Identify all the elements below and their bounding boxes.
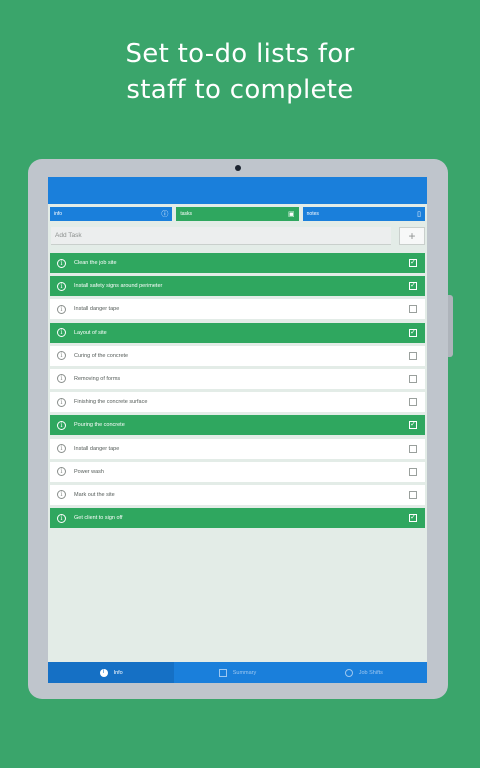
add-task-row: + <box>48 221 427 245</box>
add-task-input[interactable] <box>51 227 391 245</box>
app-screen: info ⓘ tasks ▣ notes ▯ + i Clean the job … <box>48 177 427 683</box>
task-row[interactable]: i Install safety signs around perimeter ✓ <box>50 276 425 297</box>
info-icon[interactable]: i <box>57 420 66 430</box>
task-list: i Clean the job site ✓ i Install safety sign… <box>48 253 427 529</box>
task-checkbox[interactable] <box>409 374 417 383</box>
task-label: Get client to sign off <box>74 515 123 522</box>
nav-job-shifts-label: Job Shifts <box>358 669 383 676</box>
tab-tasks-label: tasks <box>180 211 192 217</box>
tab-notes-label: notes <box>306 211 319 217</box>
task-row[interactable]: i Install danger tape <box>50 438 425 459</box>
chart-icon <box>218 668 227 677</box>
task-checkbox[interactable] <box>409 490 417 499</box>
info-icon[interactable]: i <box>57 467 66 477</box>
info-icon[interactable]: i <box>57 258 66 268</box>
promo-line-1: Set to-do lists for <box>125 39 355 69</box>
task-label: Removing of forms <box>74 375 121 382</box>
nav-summary-label: Summary <box>232 669 257 676</box>
nav-info[interactable]: i Info <box>48 662 175 683</box>
info-icon[interactable]: i <box>57 304 66 314</box>
task-row[interactable]: i Layout of site ✓ <box>50 322 425 343</box>
nav-info-label: Info <box>113 669 123 676</box>
task-label: Pouring the concrete <box>74 422 125 429</box>
promo-line-2: staff to complete <box>126 75 354 105</box>
task-label: Clean the job site <box>74 260 117 266</box>
tab-info-label: info <box>54 211 63 217</box>
promo-headline: Set to-do lists for staff to complete <box>0 36 480 108</box>
task-label: Install danger tape <box>74 445 120 452</box>
task-row[interactable]: i Mark out the site <box>50 484 425 505</box>
task-label: Install danger tape <box>74 306 120 313</box>
task-label: Mark out the site <box>74 491 115 498</box>
task-label: Layout of site <box>74 329 107 336</box>
task-checkbox[interactable] <box>409 398 417 407</box>
task-checkbox[interactable]: ✓ <box>409 514 417 523</box>
task-label: Power wash <box>74 468 104 475</box>
image-icon: ▣ <box>288 210 295 218</box>
tab-info[interactable]: info ⓘ <box>50 207 173 221</box>
info-icon: ⓘ <box>161 210 169 218</box>
info-icon[interactable]: i <box>57 444 66 453</box>
tablet-frame: info ⓘ tasks ▣ notes ▯ + i Clean the job … <box>28 159 453 699</box>
task-checkbox[interactable] <box>409 444 417 453</box>
info-icon[interactable]: i <box>57 374 66 384</box>
add-task-button[interactable]: + <box>399 227 425 245</box>
task-checkbox[interactable]: ✓ <box>409 282 417 291</box>
info-icon: i <box>99 668 108 677</box>
app-bar <box>48 177 427 204</box>
tablet-side-button <box>448 295 453 357</box>
task-row[interactable]: i Clean the job site ✓ <box>50 253 425 273</box>
task-row[interactable]: i Power wash <box>50 461 425 482</box>
task-row[interactable]: i Curing of the concrete <box>50 345 425 366</box>
info-icon[interactable]: i <box>57 281 66 291</box>
info-icon[interactable]: i <box>57 351 66 361</box>
info-icon[interactable]: i <box>57 328 66 338</box>
task-checkbox[interactable] <box>409 305 417 314</box>
task-checkbox[interactable] <box>409 351 417 360</box>
nav-job-shifts[interactable]: Job Shifts <box>301 662 427 683</box>
tab-notes[interactable]: notes ▯ <box>302 207 425 221</box>
task-checkbox[interactable]: ✓ <box>409 421 417 430</box>
info-icon[interactable]: i <box>57 490 66 500</box>
task-row[interactable]: i Pouring the concrete ✓ <box>50 415 425 436</box>
task-row[interactable]: i Install danger tape <box>50 299 425 320</box>
info-icon[interactable]: i <box>57 513 66 523</box>
task-checkbox[interactable]: ✓ <box>409 259 417 267</box>
task-label: Curing of the concrete <box>74 352 129 359</box>
task-label: Install safety signs around perimeter <box>74 283 163 290</box>
phone-icon: ▯ <box>417 210 421 218</box>
tab-tasks[interactable]: tasks ▣ <box>176 207 299 221</box>
section-tabs: info ⓘ tasks ▣ notes ▯ <box>48 204 427 221</box>
task-label: Finishing the concrete surface <box>74 399 148 406</box>
task-checkbox[interactable]: ✓ <box>409 328 417 337</box>
clock-icon <box>344 668 353 677</box>
task-checkbox[interactable] <box>409 467 417 476</box>
info-icon[interactable]: i <box>57 397 66 407</box>
bottom-nav: i Info Summary Job Shifts <box>48 662 427 683</box>
task-row[interactable]: i Removing of forms <box>50 368 425 389</box>
task-row[interactable]: i Get client to sign off ✓ <box>50 508 425 529</box>
nav-summary[interactable]: Summary <box>174 662 300 683</box>
task-row[interactable]: i Finishing the concrete surface <box>50 392 425 413</box>
camera-icon <box>235 165 241 171</box>
